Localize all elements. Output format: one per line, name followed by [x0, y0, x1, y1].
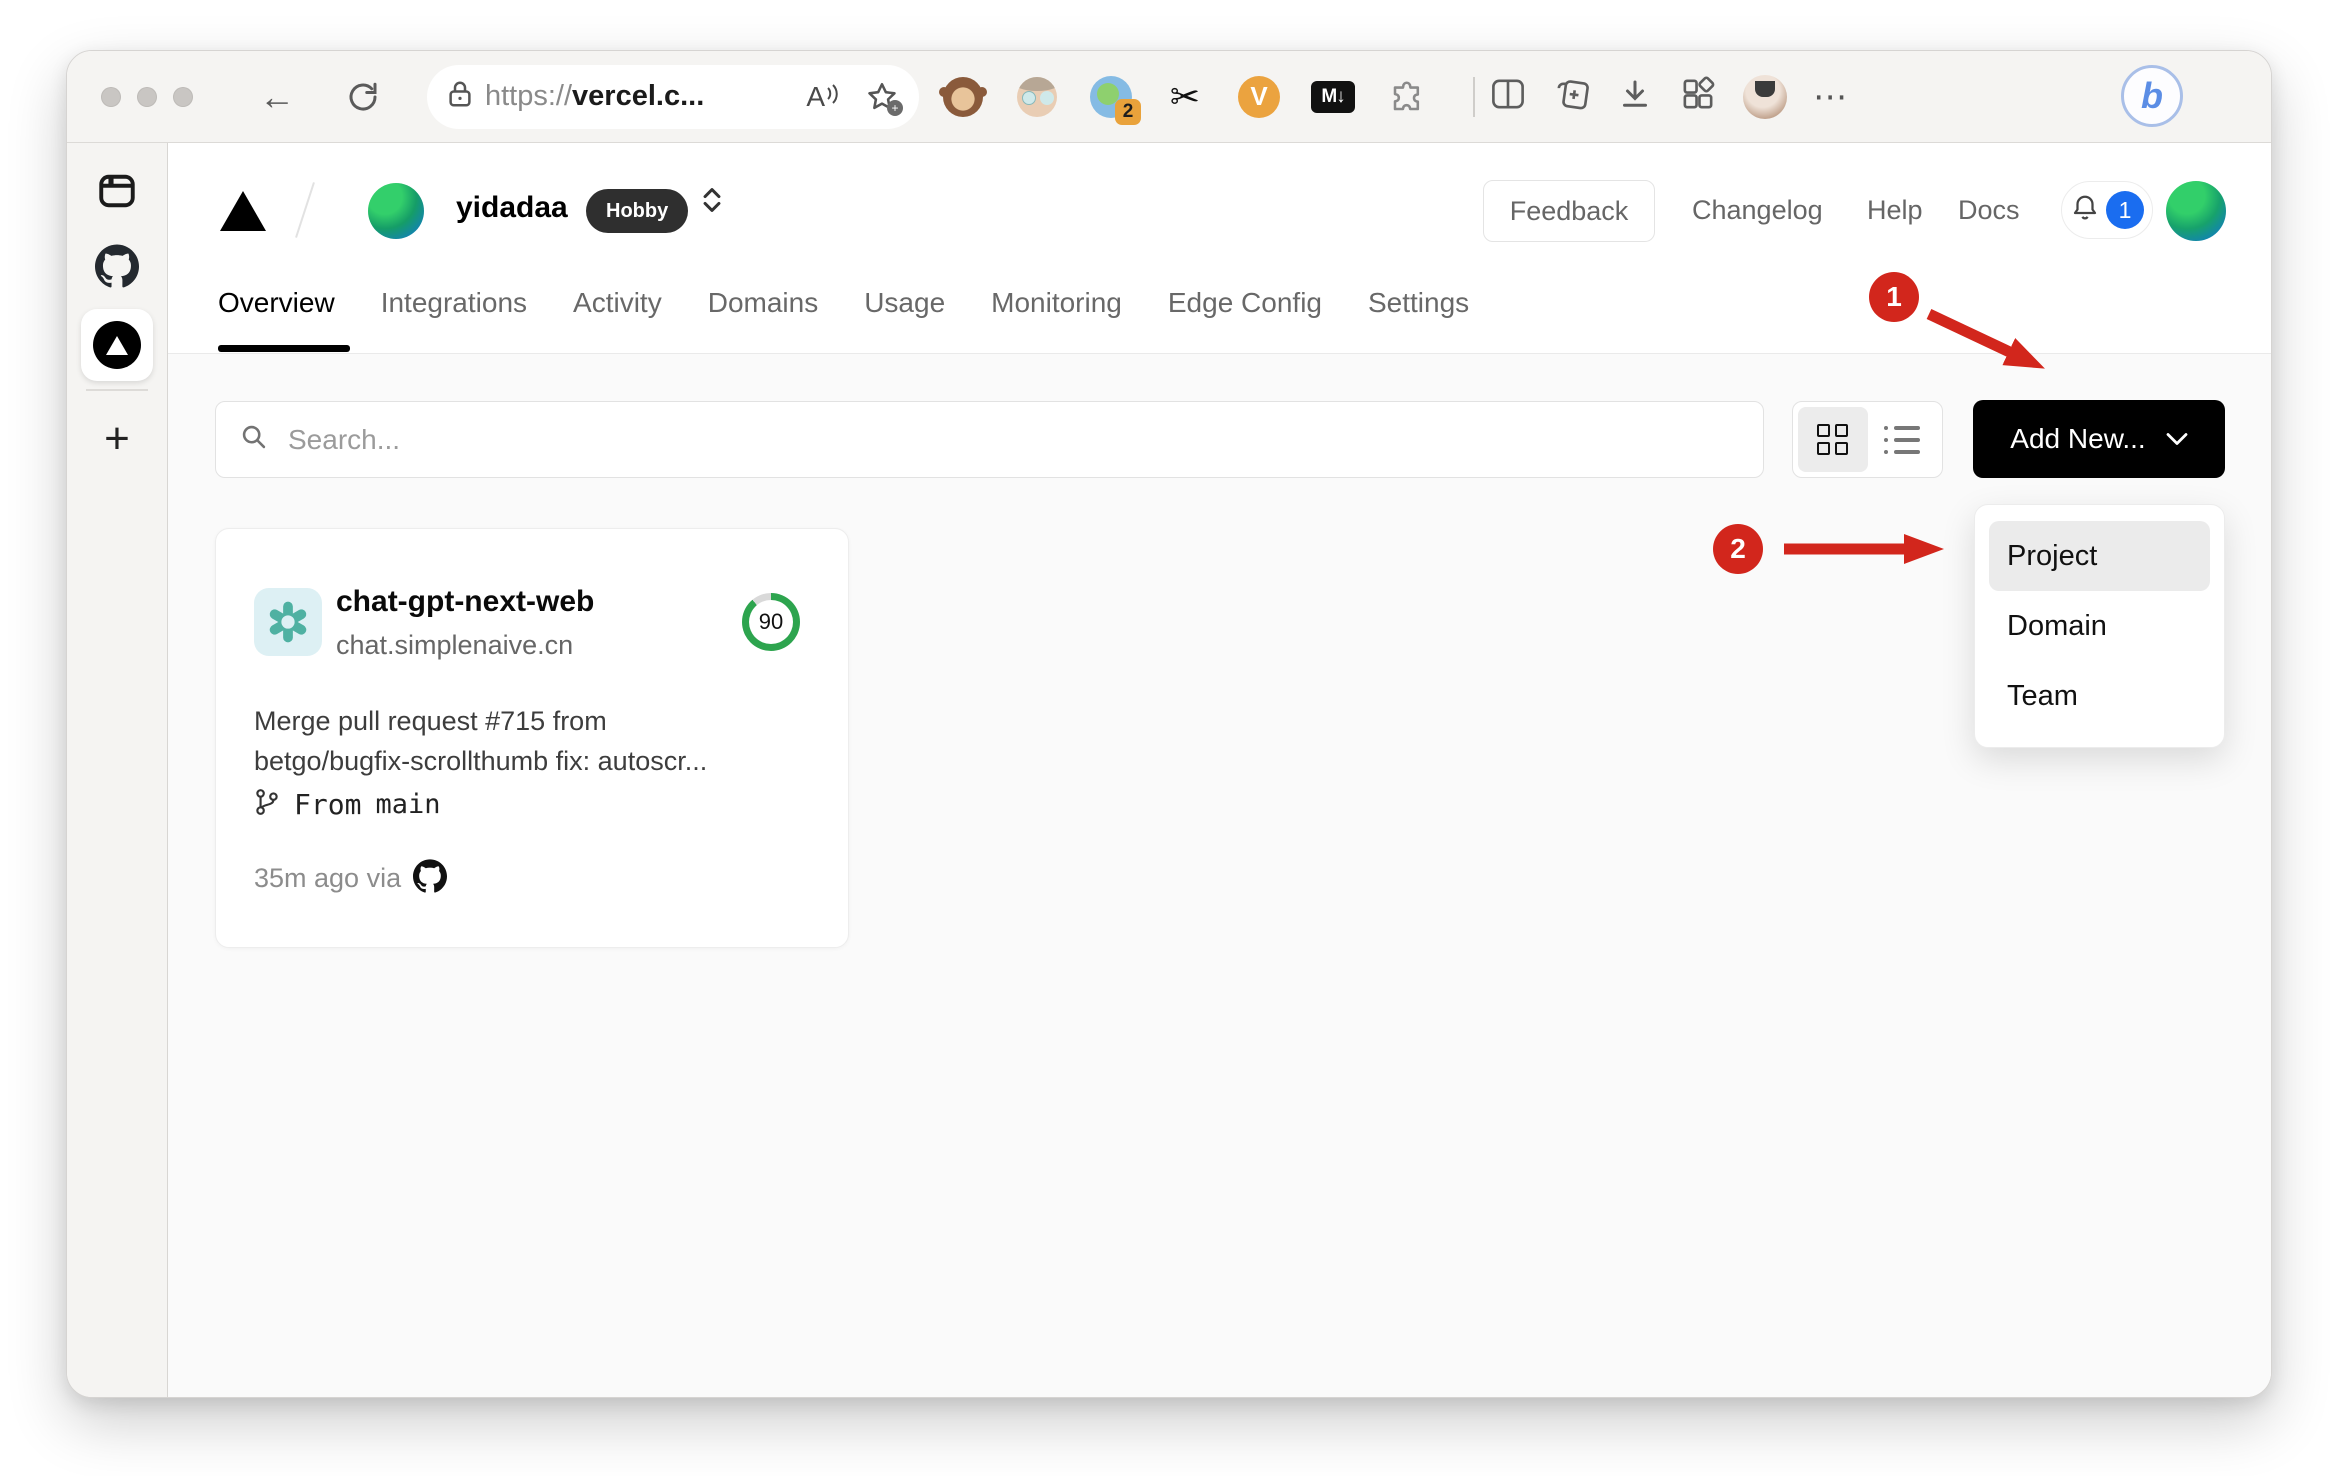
zoom-window-button[interactable] — [173, 86, 193, 107]
tab-edge-config[interactable]: Edge Config — [1168, 285, 1322, 321]
project-name[interactable]: chat-gpt-next-web — [336, 585, 594, 619]
browser-toolbar: ← https://vercel.c... A + 2 ✂ V M↓ ⋯ b — [67, 51, 2271, 143]
git-branch-icon — [254, 787, 280, 822]
collections-icon[interactable] — [1553, 75, 1591, 118]
openai-logo-icon — [254, 588, 322, 656]
browser-window: ← https://vercel.c... A + 2 ✂ V M↓ ⋯ b +… — [66, 50, 2272, 1398]
lighthouse-score-ring[interactable]: 90 — [742, 593, 800, 651]
grid-view-icon — [1817, 424, 1849, 455]
branch-name: main — [375, 789, 441, 820]
profile-avatar[interactable] — [1743, 74, 1787, 119]
github-tab-icon[interactable] — [95, 244, 139, 293]
vercel-dashboard: yidadaa Hobby Feedback Changelog Help Do… — [168, 143, 2271, 1397]
tab-integrations[interactable]: Integrations — [381, 285, 527, 321]
vercel-tab-active[interactable] — [81, 309, 153, 381]
face-extension-icon[interactable] — [1015, 75, 1059, 119]
bell-icon — [2070, 193, 2100, 228]
split-screen-icon[interactable] — [1489, 77, 1527, 116]
breadcrumb-slash — [295, 182, 315, 238]
search-box — [215, 401, 1764, 478]
tampermonkey-extension-icon[interactable] — [939, 75, 987, 119]
url-host: vercel.c... — [572, 80, 705, 112]
search-icon — [240, 423, 268, 456]
active-tab-underline — [218, 345, 350, 352]
branch-prefix: From — [294, 788, 362, 821]
help-link[interactable]: Help — [1867, 195, 1923, 226]
proxy-extension-icon[interactable]: 2 — [1089, 75, 1141, 125]
vertical-tab-strip: + — [67, 143, 168, 1397]
view-toggle — [1792, 401, 1943, 478]
url-scheme: https:// — [485, 80, 573, 112]
team-switcher-icon[interactable] — [700, 185, 724, 220]
list-view-button[interactable] — [1868, 407, 1938, 472]
more-menu-icon[interactable]: ⋯ — [1813, 77, 1849, 117]
tab-activity[interactable]: Activity — [573, 285, 662, 321]
browser-tools: ⋯ — [1489, 74, 1849, 119]
notifications-button[interactable]: 1 — [2061, 181, 2153, 239]
docs-link[interactable]: Docs — [1958, 195, 2020, 226]
chevron-down-icon — [2166, 433, 2188, 445]
bing-chat-icon[interactable]: b — [2121, 65, 2183, 127]
tab-monitoring[interactable]: Monitoring — [991, 285, 1122, 321]
commit-message: Merge pull request #715 from betgo/bugfi… — [254, 706, 708, 776]
lock-icon — [447, 79, 473, 114]
search-input[interactable] — [288, 423, 1739, 456]
notification-count-badge: 1 — [2106, 191, 2144, 229]
annotation-step-1: 1 — [1869, 272, 1919, 322]
extensions-puzzle-icon[interactable] — [1385, 75, 1429, 119]
changelog-link[interactable]: Changelog — [1692, 195, 1823, 226]
plan-badge: Hobby — [586, 189, 689, 233]
tab-settings[interactable]: Settings — [1368, 285, 1469, 321]
vercel-logo[interactable] — [220, 191, 266, 231]
add-favorite-icon[interactable]: + — [865, 80, 903, 116]
tab-usage[interactable]: Usage — [864, 285, 945, 321]
team-avatar[interactable] — [368, 183, 424, 239]
project-domain[interactable]: chat.simplenaive.cn — [336, 630, 573, 661]
lighthouse-score: 90 — [749, 600, 793, 644]
user-avatar[interactable] — [2166, 181, 2226, 241]
branch-row: From main — [254, 787, 440, 822]
project-card[interactable]: chat-gpt-next-web chat.simplenaive.cn 90… — [215, 528, 849, 948]
address-bar[interactable]: https://vercel.c... A + — [427, 64, 919, 129]
extensions-row: 2 ✂ V M↓ — [939, 75, 1429, 125]
extension-badge: 2 — [1115, 98, 1141, 125]
list-view-icon — [1884, 426, 1920, 454]
refresh-icon[interactable] — [345, 79, 381, 115]
vercel-favicon — [93, 321, 141, 369]
add-new-button[interactable]: Add New... — [1973, 400, 2225, 478]
browser-essentials-icon[interactable] — [1679, 75, 1717, 118]
close-window-button[interactable] — [101, 86, 121, 107]
dropdown-item-domain[interactable]: Domain — [1989, 591, 2210, 661]
dashboard-tabs: Overview Integrations Activity Domains U… — [218, 285, 1469, 321]
new-tab-button[interactable]: + — [104, 417, 130, 461]
deploy-meta: 35m ago via — [254, 859, 448, 898]
clipper-extension-icon[interactable]: ✂ — [1163, 75, 1207, 119]
grid-view-button[interactable] — [1798, 407, 1868, 472]
screen: ← https://vercel.c... A + 2 ✂ V M↓ ⋯ b +… — [0, 0, 2342, 1476]
tab-domains[interactable]: Domains — [708, 285, 818, 321]
team-name[interactable]: yidadaa — [456, 191, 568, 225]
dropdown-item-project[interactable]: Project — [1989, 521, 2210, 591]
v-extension-icon[interactable]: V — [1237, 75, 1281, 119]
toolbar-divider — [1473, 76, 1475, 117]
back-icon[interactable]: ← — [259, 78, 295, 115]
read-aloud-icon[interactable]: A — [806, 81, 839, 113]
github-icon — [413, 859, 448, 898]
feedback-button[interactable]: Feedback — [1483, 180, 1655, 242]
add-new-dropdown: Project Domain Team — [1974, 504, 2225, 748]
dropdown-item-team[interactable]: Team — [1989, 661, 2210, 731]
tab-overview[interactable]: Overview — [218, 285, 335, 321]
minimize-window-button[interactable] — [137, 86, 157, 107]
tab-panel-icon[interactable] — [97, 173, 137, 214]
traffic-lights — [101, 86, 193, 107]
tab-divider — [86, 389, 148, 391]
downloads-icon[interactable] — [1617, 76, 1653, 117]
markdown-extension-icon[interactable]: M↓ — [1311, 75, 1355, 119]
annotation-step-2: 2 — [1713, 524, 1763, 574]
